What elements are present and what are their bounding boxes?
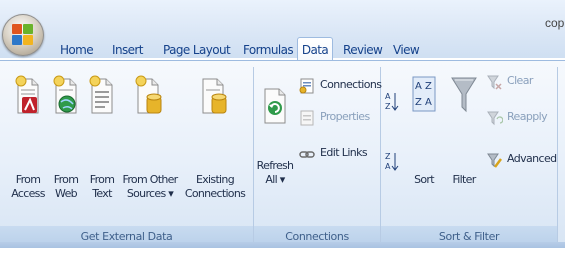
other-sources-icon bbox=[135, 75, 162, 114]
title-bar: cop Home Insert Page Layout Formulas Dat… bbox=[0, 0, 565, 62]
clear-filter-button[interactable]: Clear bbox=[485, 71, 555, 93]
web-page-icon bbox=[53, 75, 77, 114]
sort-dialog-icon: A Z Z A bbox=[412, 76, 436, 112]
reapply-filter-button[interactable]: Reapply bbox=[485, 107, 555, 129]
tab-view[interactable]: View bbox=[393, 40, 420, 60]
svg-text:A: A bbox=[415, 81, 422, 92]
edit-links-button[interactable]: Edit Links bbox=[298, 143, 378, 165]
svg-text:Z: Z bbox=[385, 152, 391, 161]
window-title: cop bbox=[545, 16, 565, 30]
from-access-button[interactable]: From Access bbox=[8, 75, 48, 227]
existing-connections-label: Connections bbox=[184, 187, 246, 200]
group-connections: Refresh All ▾ Connections Properties Edi… bbox=[254, 67, 382, 247]
connections-button[interactable]: Connections bbox=[298, 75, 382, 97]
tab-data[interactable]: Data bbox=[297, 37, 333, 62]
tab-page-layout[interactable]: Page Layout bbox=[163, 40, 231, 60]
office-logo-icon bbox=[12, 24, 22, 34]
clear-filter-label: Clear bbox=[507, 74, 533, 87]
existing-connections-icon bbox=[202, 78, 227, 114]
connections-label: Connections bbox=[320, 78, 382, 91]
svg-text:Z: Z bbox=[385, 102, 391, 111]
refresh-all-button[interactable]: Refresh All ▾ bbox=[257, 75, 294, 227]
properties-button[interactable]: Properties bbox=[298, 107, 378, 129]
ribbon-bottom-border bbox=[0, 242, 565, 248]
tab-formulas[interactable]: Formulas bbox=[243, 40, 294, 60]
filter-label: Filter bbox=[452, 173, 476, 186]
from-other-sources-button[interactable]: From Other Sources ▾ bbox=[122, 75, 178, 227]
svg-text:Z: Z bbox=[425, 81, 432, 92]
advanced-filter-button[interactable]: Advanced bbox=[485, 149, 557, 171]
filter-funnel-icon bbox=[451, 77, 477, 113]
sort-button[interactable]: A Z Z A Sort bbox=[407, 75, 441, 227]
sort-a-to-z-button[interactable]: A Z bbox=[385, 91, 399, 113]
from-other-sources-label: From Other bbox=[122, 173, 179, 186]
text-file-icon bbox=[89, 75, 113, 114]
from-other-sources-label: Sources ▾ bbox=[126, 187, 174, 200]
svg-text:Z: Z bbox=[415, 97, 422, 108]
tab-review[interactable]: Review bbox=[343, 40, 383, 60]
svg-text:A: A bbox=[425, 97, 432, 108]
advanced-filter-icon bbox=[487, 153, 502, 168]
existing-connections-button[interactable]: Existing Connections bbox=[185, 75, 246, 227]
ribbon: From Access From Web From Text From Othe… bbox=[0, 60, 565, 247]
excel-window: cop Home Insert Page Layout Formulas Dat… bbox=[0, 0, 565, 248]
advanced-filter-label: Advanced bbox=[507, 152, 557, 165]
svg-text:A: A bbox=[385, 162, 391, 171]
reapply-filter-icon bbox=[487, 111, 503, 126]
chain-link-icon bbox=[299, 151, 315, 158]
svg-text:A: A bbox=[385, 92, 391, 101]
connections-icon bbox=[299, 78, 314, 94]
properties-label: Properties bbox=[320, 110, 370, 123]
from-web-button[interactable]: From Web bbox=[48, 75, 84, 227]
group-sort-filter: A Z Z A A Z Z A Sort Filter Clear Reappl… bbox=[381, 67, 558, 247]
filter-button[interactable]: Filter bbox=[447, 75, 481, 227]
properties-icon bbox=[300, 110, 314, 126]
sort-descending-icon: Z A bbox=[385, 152, 399, 171]
ribbon-tabs: Home Insert Page Layout Formulas Data Re… bbox=[0, 37, 565, 62]
sort-ascending-icon: A Z bbox=[385, 92, 399, 111]
tab-home[interactable]: Home bbox=[60, 40, 94, 60]
access-database-icon bbox=[15, 75, 39, 114]
from-text-button[interactable]: From Text bbox=[84, 75, 120, 227]
existing-connections-label: Existing bbox=[196, 173, 235, 186]
reapply-filter-label: Reapply bbox=[507, 110, 548, 123]
refresh-all-label: Refresh bbox=[256, 159, 294, 172]
edit-links-label: Edit Links bbox=[320, 146, 368, 159]
group-get-external-data: From Access From Web From Text From Othe… bbox=[0, 67, 254, 247]
clear-filter-icon bbox=[487, 75, 502, 90]
refresh-icon bbox=[264, 88, 286, 124]
office-logo-tile bbox=[23, 24, 33, 34]
refresh-all-label: All ▾ bbox=[265, 173, 285, 186]
sort-z-to-a-button[interactable]: Z A bbox=[385, 151, 399, 173]
tab-insert[interactable]: Insert bbox=[112, 40, 143, 60]
